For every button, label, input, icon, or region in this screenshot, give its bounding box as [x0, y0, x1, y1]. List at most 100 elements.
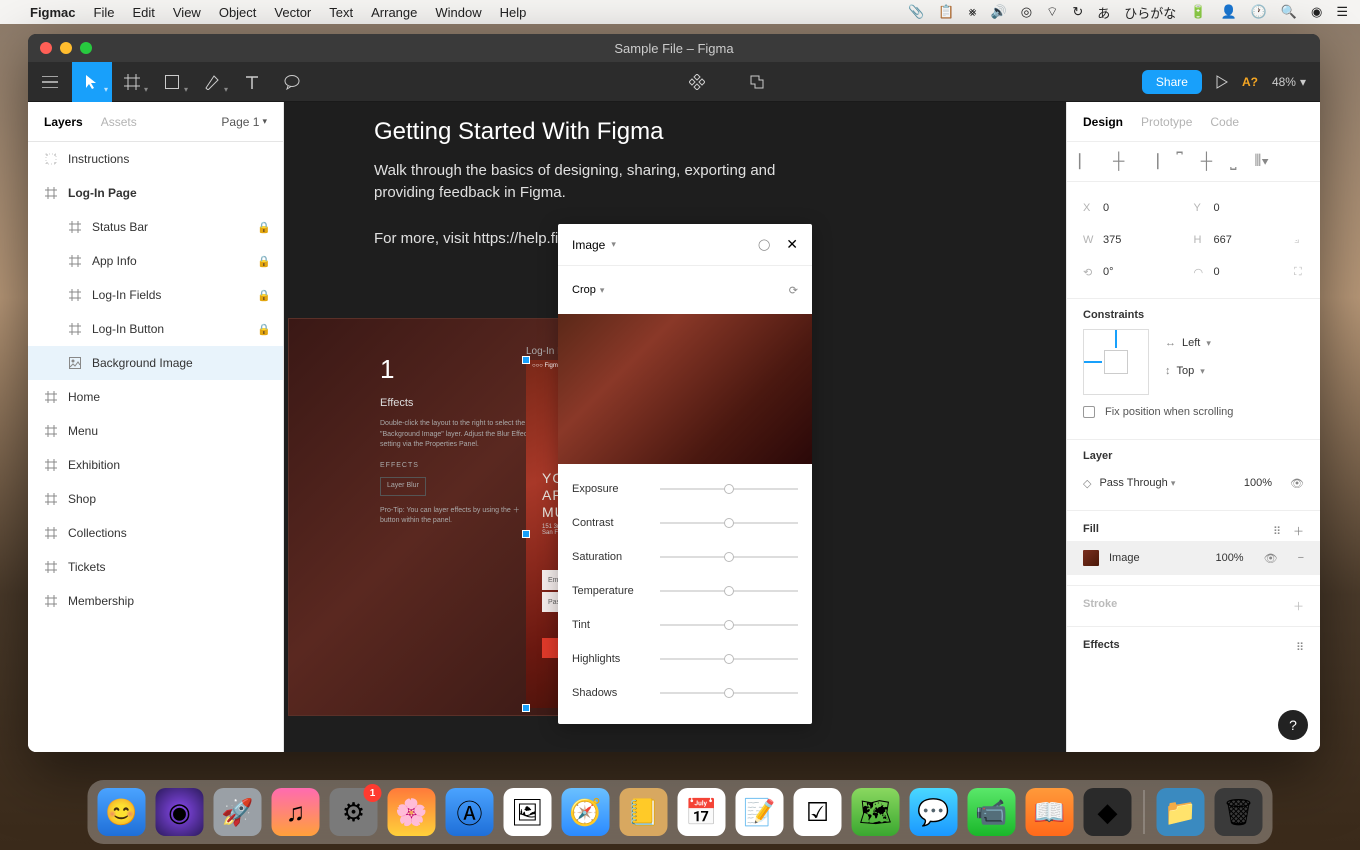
slider-track[interactable]: [660, 488, 798, 490]
page-selector[interactable]: Page 1▾: [221, 115, 267, 129]
dock-appstore[interactable]: Ⓐ: [446, 788, 494, 836]
blend-icon[interactable]: ◯: [758, 238, 770, 251]
shape-tool[interactable]: ▾: [152, 62, 192, 102]
slider-shadows[interactable]: Shadows: [572, 676, 798, 710]
dock-notes[interactable]: 📝: [736, 788, 784, 836]
missing-fonts-indicator[interactable]: A?: [1242, 75, 1258, 89]
dock-calendar[interactable]: 📅: [678, 788, 726, 836]
siri-icon[interactable]: ◉: [1311, 4, 1322, 20]
dock-launchpad[interactable]: 🚀: [214, 788, 262, 836]
volume-icon[interactable]: 🔊: [991, 4, 1007, 20]
slider-thumb[interactable]: [724, 518, 734, 528]
remove-fill-icon[interactable]: −: [1298, 552, 1304, 564]
w-field[interactable]: W375: [1083, 234, 1194, 246]
pen-tool[interactable]: ▾: [192, 62, 232, 102]
layer-row[interactable]: Membership: [28, 584, 283, 618]
visibility-icon[interactable]: 👁: [1264, 552, 1278, 565]
dock-reminders[interactable]: ☑: [794, 788, 842, 836]
slider-contrast[interactable]: Contrast: [572, 506, 798, 540]
app-name[interactable]: Figmac: [30, 5, 76, 20]
slider-track[interactable]: [660, 522, 798, 524]
layer-row[interactable]: Log-In Page: [28, 176, 283, 210]
lock-icon[interactable]: 🔒: [257, 323, 271, 336]
slider-exposure[interactable]: Exposure: [572, 472, 798, 506]
window-close-button[interactable]: [40, 42, 52, 54]
timemachine-icon[interactable]: ↻: [1072, 4, 1083, 20]
slider-track[interactable]: [660, 556, 798, 558]
layer-opacity-field[interactable]: 100%: [1244, 477, 1272, 489]
notification-center-icon[interactable]: ☰: [1336, 4, 1348, 20]
distribute-icon[interactable]: ⫴▾: [1255, 153, 1270, 171]
clipboard-icon[interactable]: 📋: [938, 4, 954, 20]
window-minimize-button[interactable]: [60, 42, 72, 54]
blend-mode-select[interactable]: Pass Through ▾: [1099, 477, 1175, 489]
dock-messages[interactable]: 💬: [910, 788, 958, 836]
fill-swatch[interactable]: [1083, 550, 1099, 566]
constraint-v-select[interactable]: ↕Top▾: [1165, 357, 1211, 385]
visibility-icon[interactable]: 👁: [1290, 477, 1304, 490]
tab-code[interactable]: Code: [1210, 115, 1239, 129]
style-icon[interactable]: ⠿: [1273, 525, 1281, 538]
slider-thumb[interactable]: [724, 586, 734, 596]
dock-music[interactable]: ♫: [272, 788, 320, 836]
help-button[interactable]: ?: [1278, 710, 1308, 740]
components-icon[interactable]: [677, 62, 717, 102]
window-titlebar[interactable]: Sample File – Figma: [28, 34, 1320, 62]
lock-icon[interactable]: 🔒: [257, 255, 271, 268]
rotation-field[interactable]: ⟲0°: [1083, 266, 1194, 279]
layer-row[interactable]: Tickets: [28, 550, 283, 584]
blend-mode-icon[interactable]: ◇: [1083, 477, 1091, 490]
dock-settings[interactable]: ⚙1: [330, 788, 378, 836]
tab-prototype[interactable]: Prototype: [1141, 115, 1192, 129]
tab-assets[interactable]: Assets: [101, 115, 137, 129]
menu-arrange[interactable]: Arrange: [371, 5, 417, 20]
effects-style-icon[interactable]: ⠿: [1296, 641, 1304, 654]
menu-edit[interactable]: Edit: [132, 5, 154, 20]
rotate-icon[interactable]: ⟳: [789, 284, 798, 297]
chevron-down-icon[interactable]: ▾: [611, 239, 616, 250]
layer-row[interactable]: Shop: [28, 482, 283, 516]
fix-position-checkbox[interactable]: Fix position when scrolling: [1083, 395, 1304, 429]
layer-row[interactable]: Instructions: [28, 142, 283, 176]
align-top-icon[interactable]: ⎴: [1176, 153, 1182, 171]
lock-icon[interactable]: 🔒: [257, 221, 271, 234]
slider-tint[interactable]: Tint: [572, 608, 798, 642]
dock-safari[interactable]: 🧭: [562, 788, 610, 836]
slider-track[interactable]: [660, 590, 798, 592]
mask-tool[interactable]: [737, 62, 777, 102]
slider-thumb[interactable]: [724, 552, 734, 562]
canvas[interactable]: Getting Started With Figma Walk through …: [284, 102, 1066, 752]
layer-row[interactable]: App Info🔒: [28, 244, 283, 278]
layer-row[interactable]: Exhibition: [28, 448, 283, 482]
layer-row[interactable]: Menu: [28, 414, 283, 448]
clock-icon[interactable]: 🕐: [1251, 4, 1267, 20]
menu-view[interactable]: View: [173, 5, 201, 20]
align-bottom-icon[interactable]: ⎵: [1230, 153, 1236, 171]
move-tool[interactable]: ▾: [72, 62, 112, 102]
constraint-h-select[interactable]: ↔Left▾: [1165, 329, 1211, 357]
close-icon[interactable]: ✕: [786, 236, 798, 253]
x-field[interactable]: X0: [1083, 202, 1194, 214]
menu-help[interactable]: Help: [500, 5, 527, 20]
image-fit-select[interactable]: Crop▾: [572, 284, 604, 296]
dock-maps[interactable]: 🗺: [852, 788, 900, 836]
add-fill-icon[interactable]: ＋: [1293, 523, 1304, 539]
constraints-diagram[interactable]: [1083, 329, 1149, 395]
attachment-icon[interactable]: 📎: [908, 4, 924, 20]
dock-facetime[interactable]: 📹: [968, 788, 1016, 836]
battery-icon[interactable]: 🔋: [1190, 4, 1206, 20]
dock-downloads[interactable]: 📁: [1157, 788, 1205, 836]
layer-row[interactable]: Status Bar🔒: [28, 210, 283, 244]
zoom-select[interactable]: 48%▾: [1272, 75, 1306, 89]
slider-track[interactable]: [660, 624, 798, 626]
slider-track[interactable]: [660, 692, 798, 694]
layer-row[interactable]: Log-In Fields🔒: [28, 278, 283, 312]
bluetooth-icon[interactable]: ⨳: [968, 4, 976, 20]
slider-thumb[interactable]: [724, 688, 734, 698]
menu-text[interactable]: Text: [329, 5, 353, 20]
y-field[interactable]: Y0: [1194, 202, 1305, 214]
slider-track[interactable]: [660, 658, 798, 660]
menu-window[interactable]: Window: [435, 5, 481, 20]
fill-opacity-field[interactable]: 100%: [1215, 552, 1243, 564]
lock-icon[interactable]: 🔒: [257, 289, 271, 302]
